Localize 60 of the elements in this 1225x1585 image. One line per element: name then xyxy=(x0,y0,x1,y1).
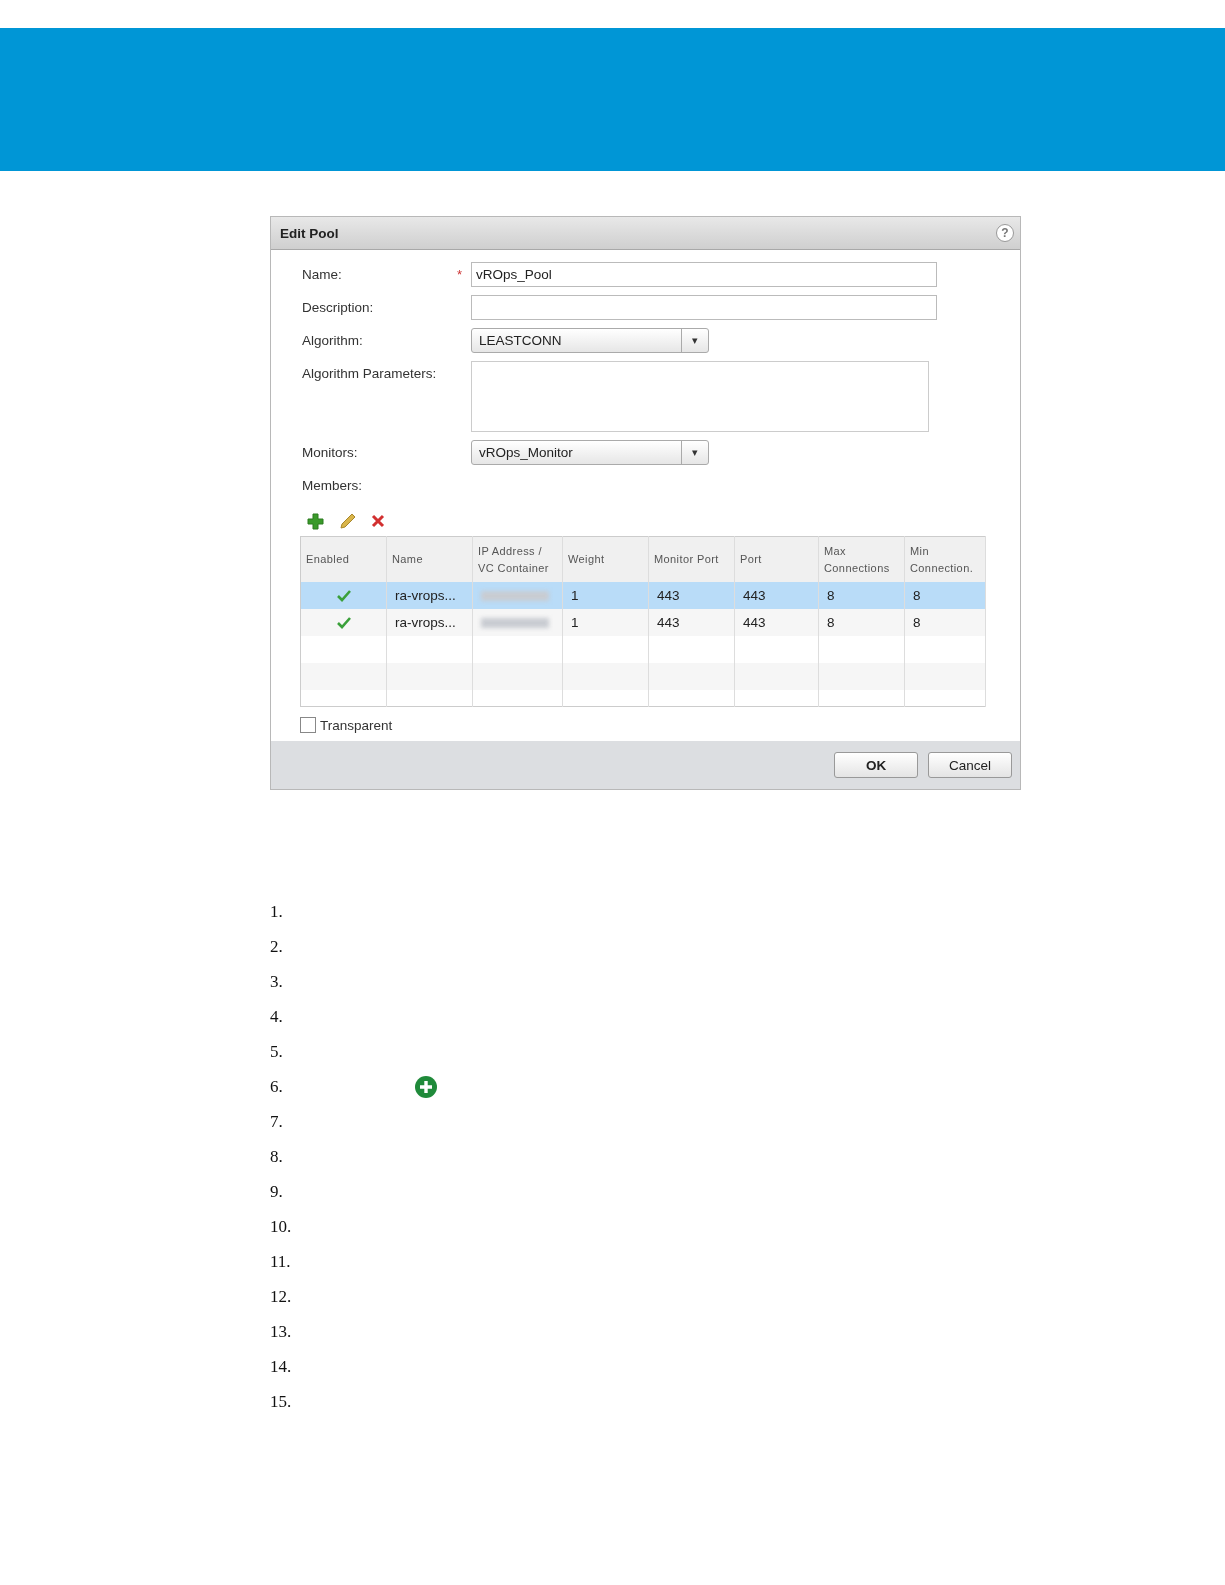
table-cell: 8 xyxy=(913,615,921,630)
list-number: 10. xyxy=(270,1216,293,1237)
table-cell: 443 xyxy=(657,615,680,630)
list-number: 2. xyxy=(270,936,284,957)
column-header[interactable]: Monitor Port xyxy=(648,536,735,582)
table-cell: 1 xyxy=(571,588,579,603)
column-header[interactable]: Weight xyxy=(562,536,649,582)
list-number: 3. xyxy=(270,971,284,992)
table-cell: 1 xyxy=(571,615,579,630)
column-header[interactable]: Enabled xyxy=(300,536,387,582)
table-cell: 8 xyxy=(827,588,835,603)
column-header[interactable]: Max Connections xyxy=(818,536,905,582)
dialog-title: Edit Pool xyxy=(280,225,339,241)
column-header[interactable]: Name xyxy=(386,536,473,582)
list-number: 11. xyxy=(270,1251,292,1272)
checkbox[interactable] xyxy=(300,717,316,733)
ok-button[interactable]: OK xyxy=(834,752,918,778)
table-cell: 443 xyxy=(657,588,680,603)
field-label: Members: xyxy=(302,477,363,495)
list-number: 1. xyxy=(270,901,284,922)
field-label: Monitors: xyxy=(302,444,359,462)
table-cell: 443 xyxy=(743,588,766,603)
table-row[interactable]: ra-vrops... 1 443 443 8 8 xyxy=(300,582,986,609)
list-number: 15. xyxy=(270,1391,293,1412)
dropdown[interactable]: vROps_Monitor ▾ xyxy=(471,440,709,465)
column-header[interactable]: IP Address / VC Container xyxy=(472,536,563,582)
list-number: 14. xyxy=(270,1356,293,1377)
list-number: 9. xyxy=(270,1181,284,1202)
checkbox-label: Transparent xyxy=(320,717,393,733)
table-cell: ra-vrops... xyxy=(395,615,456,630)
column-header[interactable]: Min Connection. xyxy=(904,536,986,582)
table-row[interactable]: ra-vrops... 1 443 443 8 8 xyxy=(300,609,986,636)
field-label: Description: xyxy=(302,299,375,317)
add-icon xyxy=(415,1075,437,1098)
list-number: 12. xyxy=(270,1286,293,1307)
field-label: Algorithm Parameters: xyxy=(302,365,438,383)
field-label: Algorithm: xyxy=(302,332,364,350)
pencil-icon[interactable] xyxy=(338,512,356,530)
dropdown[interactable]: LEASTCONN ▾ xyxy=(471,328,709,353)
list-number: 7. xyxy=(270,1111,284,1132)
input-field[interactable] xyxy=(471,295,937,320)
field-label: Name: xyxy=(302,266,343,284)
help-button[interactable]: ? xyxy=(996,224,1014,242)
required-marker: * xyxy=(457,267,463,282)
add-icon[interactable] xyxy=(307,512,324,530)
input-field[interactable]: vROps_Pool xyxy=(471,262,937,287)
table-cell: 8 xyxy=(827,615,835,630)
list-number: 5. xyxy=(270,1041,284,1062)
redacted-text xyxy=(481,617,549,628)
table-cell: ra-vrops... xyxy=(395,588,456,603)
list-number: 4. xyxy=(270,1006,284,1027)
redacted-text xyxy=(481,590,549,601)
cancel-button[interactable]: Cancel xyxy=(928,752,1012,778)
list-number: 13. xyxy=(270,1321,293,1342)
table-cell: 8 xyxy=(913,588,921,603)
column-header[interactable]: Port xyxy=(734,536,819,582)
list-number: 6. xyxy=(270,1076,284,1097)
delete-icon[interactable] xyxy=(370,513,386,529)
list-number: 8. xyxy=(270,1146,284,1167)
table-cell: 443 xyxy=(743,615,766,630)
